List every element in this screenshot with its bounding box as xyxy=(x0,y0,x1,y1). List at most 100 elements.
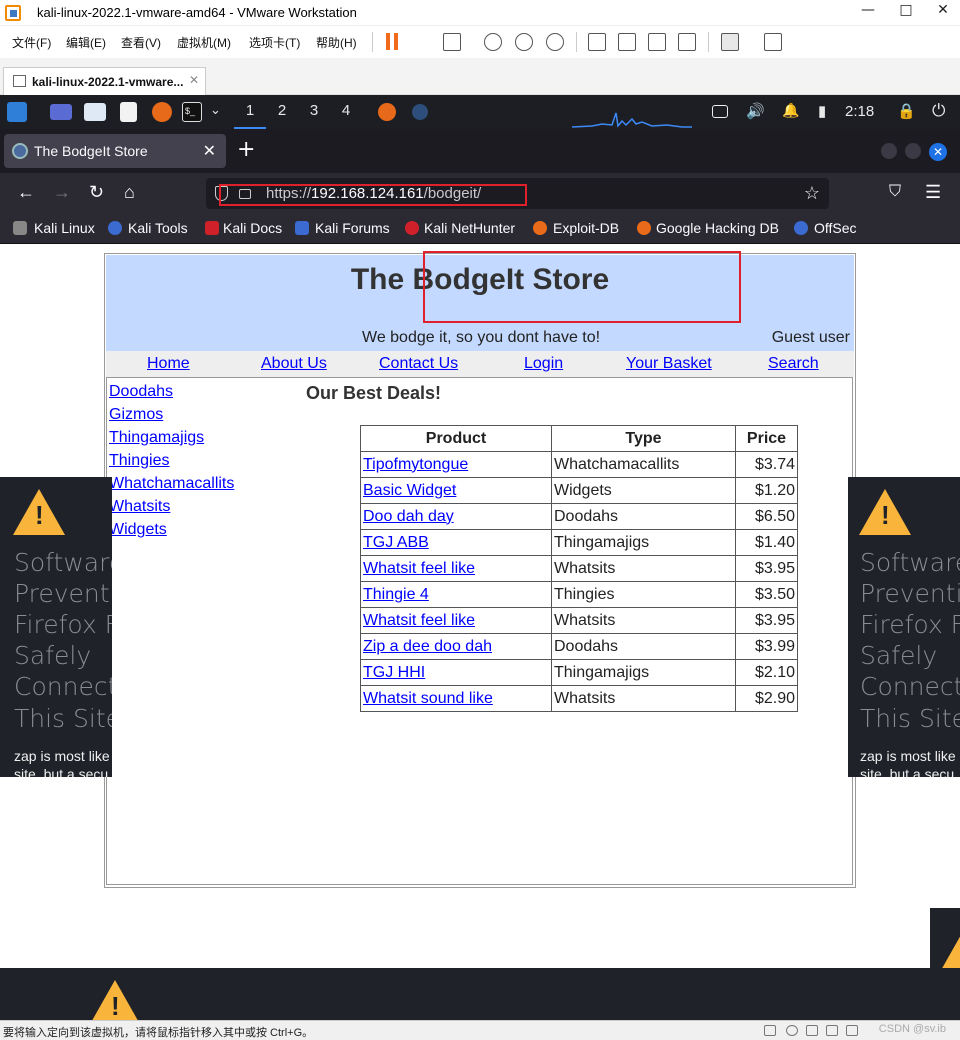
workspace-4[interactable]: 4 xyxy=(330,102,362,119)
close-window-button[interactable]: ✕ xyxy=(928,2,958,18)
network-adapter-icon[interactable] xyxy=(806,1025,818,1036)
zap-warning-panel-right: ! Software Preventin Firefox F Safely Co… xyxy=(848,477,960,777)
revert-snapshot-icon[interactable] xyxy=(515,33,533,51)
category-gizmos[interactable]: Gizmos xyxy=(109,406,163,424)
cd-drive-icon[interactable] xyxy=(786,1025,798,1036)
category-thingies[interactable]: Thingies xyxy=(109,452,169,470)
console-view-icon[interactable] xyxy=(618,33,636,51)
price-cell: $3.99 xyxy=(735,633,798,660)
workspace-3[interactable]: 3 xyxy=(298,102,330,119)
category-widgets[interactable]: Widgets xyxy=(109,521,167,539)
snapshot-manager-icon[interactable] xyxy=(546,33,564,51)
hard-disk-icon[interactable] xyxy=(764,1025,776,1036)
reload-button[interactable]: ↻ xyxy=(89,182,104,202)
category-doodahs[interactable]: Doodahs xyxy=(109,383,173,401)
text-editor-icon[interactable] xyxy=(120,102,137,122)
category-whatsits[interactable]: Whatsits xyxy=(109,498,170,516)
bookmark-google-hacking-db[interactable]: Google Hacking DB xyxy=(656,220,779,236)
bookmark-kali-nethunter[interactable]: Kali NetHunter xyxy=(424,220,515,236)
terminal-icon[interactable]: $_ xyxy=(182,102,202,122)
menu-view[interactable]: 查看(V) xyxy=(121,34,161,51)
bookmark-kali-tools[interactable]: Kali Tools xyxy=(128,220,188,236)
nav-home[interactable]: Home xyxy=(147,355,190,373)
bookmark-kali-docs[interactable]: Kali Docs xyxy=(223,220,282,236)
bookmark-kali-linux[interactable]: Kali Linux xyxy=(34,220,95,236)
file-manager-icon[interactable] xyxy=(84,103,106,121)
table-header-row: Product Type Price xyxy=(360,425,798,452)
menu-help[interactable]: 帮助(H) xyxy=(316,34,357,51)
new-tab-button[interactable]: + xyxy=(237,139,255,161)
close-tab-icon[interactable]: ✕ xyxy=(203,141,216,161)
close-tab-icon[interactable]: ✕ xyxy=(189,73,199,87)
menu-edit[interactable]: 编辑(E) xyxy=(66,34,106,51)
nav-your-basket[interactable]: Your Basket xyxy=(626,355,712,373)
unity-icon[interactable] xyxy=(678,33,696,51)
nav-contact-us[interactable]: Contact Us xyxy=(379,355,458,373)
kali-linux-icon xyxy=(13,221,27,235)
product-link[interactable]: Doo dah day xyxy=(363,508,454,525)
pocket-icon[interactable]: ⛉ xyxy=(889,182,901,202)
product-link[interactable]: TGJ ABB xyxy=(363,534,429,551)
menu-tabs[interactable]: 选项卡(T) xyxy=(249,34,300,51)
back-button[interactable]: ← xyxy=(17,182,35,202)
exploit-db-icon xyxy=(533,221,547,235)
table-row: TGJ ABB Thingamajigs $1.40 xyxy=(360,529,798,556)
library-view-icon[interactable] xyxy=(588,33,606,51)
category-thingamajigs[interactable]: Thingamajigs xyxy=(109,429,204,447)
menu-file[interactable]: 文件(F) xyxy=(12,34,51,51)
display-icon[interactable] xyxy=(712,105,728,118)
send-ctrl-alt-del-icon[interactable] xyxy=(443,33,461,51)
snapshot-icon[interactable] xyxy=(484,33,502,51)
maximize-button[interactable]: □ xyxy=(891,2,921,18)
product-link[interactable]: Tipofmytongue xyxy=(363,456,468,473)
minimize-browser-button[interactable] xyxy=(881,143,897,159)
zap-warning-line-5: Connecti xyxy=(14,672,112,701)
bookmark-star-icon[interactable]: ☆ xyxy=(804,183,820,204)
full-screen-icon[interactable] xyxy=(648,33,666,51)
stretch-view-icon[interactable] xyxy=(764,33,782,51)
product-link[interactable]: Thingie 4 xyxy=(363,586,429,603)
product-link[interactable]: TGJ HHI xyxy=(363,664,425,681)
google-hacking-db-icon xyxy=(637,221,651,235)
product-link[interactable]: Basic Widget xyxy=(363,482,456,499)
zap-warning-detail-2: site, but a secu xyxy=(860,766,955,777)
bookmark-kali-forums[interactable]: Kali Forums xyxy=(315,220,390,236)
app-menu-button[interactable]: ☰ xyxy=(925,182,941,202)
show-desktop-icon[interactable] xyxy=(50,104,72,120)
category-whatchamacallits[interactable]: Whatchamacallits xyxy=(109,475,234,493)
close-browser-button[interactable]: ✕ xyxy=(929,143,947,161)
table-row: Zip a dee doo dah Doodahs $3.99 xyxy=(360,633,798,660)
menu-vm[interactable]: 虚拟机(M) xyxy=(177,34,231,51)
bookmark-exploit-db[interactable]: Exploit-DB xyxy=(553,220,619,236)
title-highlight-box xyxy=(423,251,741,323)
product-link[interactable]: Whatsit feel like xyxy=(363,560,475,577)
home-button[interactable]: ⌂ xyxy=(124,182,135,202)
workspace-2[interactable]: 2 xyxy=(266,102,298,119)
zap-warning-panel-corner: ! xyxy=(930,908,960,968)
window-title: kali-linux-2022.1-vmware-amd64 - VMware … xyxy=(37,5,357,20)
nav-about-us[interactable]: About Us xyxy=(261,355,327,373)
firefox-window-icon[interactable] xyxy=(378,103,396,121)
forward-button[interactable]: → xyxy=(53,182,71,202)
minimize-button[interactable]: — xyxy=(853,2,883,18)
product-link[interactable]: Zip a dee doo dah xyxy=(363,638,492,655)
kali-menu-icon[interactable] xyxy=(7,102,27,122)
workspace-1[interactable]: 1 xyxy=(234,102,266,129)
display-status-icon[interactable] xyxy=(846,1025,858,1036)
nav-login[interactable]: Login xyxy=(524,355,563,373)
nav-search[interactable]: Search xyxy=(768,355,819,373)
vm-tab[interactable]: kali-linux-2022.1-vmware... ✕ xyxy=(3,67,206,95)
product-cell: Tipofmytongue xyxy=(360,451,552,478)
maximize-browser-button[interactable] xyxy=(905,143,921,159)
table-row: Doo dah day Doodahs $6.50 xyxy=(360,503,798,530)
product-link[interactable]: Whatsit feel like xyxy=(363,612,475,629)
firefox-launcher-icon[interactable] xyxy=(152,102,172,122)
bookmark-offsec[interactable]: OffSec xyxy=(814,220,857,236)
sound-card-icon[interactable] xyxy=(826,1025,838,1036)
terminal-console-icon[interactable] xyxy=(721,33,739,51)
url-highlight-box xyxy=(219,184,527,206)
zap-window-icon[interactable] xyxy=(412,104,428,120)
product-link[interactable]: Whatsit sound like xyxy=(363,690,493,707)
browser-tab[interactable]: The BodgeIt Store ✕ xyxy=(4,134,226,168)
pause-icon[interactable] xyxy=(386,33,390,50)
